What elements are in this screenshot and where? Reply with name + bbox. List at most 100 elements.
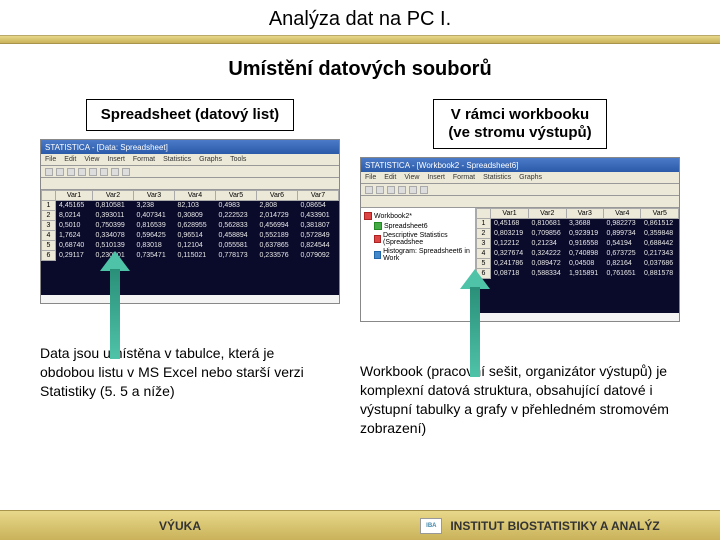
- menu-item[interactable]: File: [365, 174, 376, 181]
- table-row: 20,8032190,7098560,9239190,8997340,35984…: [477, 229, 679, 239]
- menu-item[interactable]: Format: [453, 174, 475, 181]
- workbook-icon: [364, 212, 372, 220]
- toolbar-button[interactable]: [387, 186, 395, 194]
- right-column-label: V rámci workbooku (ve stromu výstupů): [433, 99, 606, 149]
- toolbar-button[interactable]: [365, 186, 373, 194]
- menu-item[interactable]: Tools: [230, 156, 246, 163]
- table-row: 14,451650,8105813,23882,1030,49832,8080,…: [42, 201, 339, 211]
- menu-item[interactable]: Graphs: [199, 156, 222, 163]
- col-header: Var3: [566, 209, 603, 219]
- toolbar-button[interactable]: [78, 168, 86, 176]
- arrow-stem: [470, 287, 480, 377]
- col-header: Var1: [56, 191, 93, 201]
- menu-item[interactable]: View: [84, 156, 99, 163]
- title-bar: Analýza dat na PC I.: [0, 0, 720, 36]
- col-header: [477, 209, 491, 219]
- app-titlebar: STATISTICA - [Workbook2 - Spreadsheet6]: [361, 158, 679, 172]
- menu-item[interactable]: View: [404, 174, 419, 181]
- col-header: Var2: [529, 209, 566, 219]
- table-header-row: Var1 Var2 Var3 Var4 Var5 Var6 Var7: [42, 191, 339, 201]
- tree-item: Histogram: Spreadsheet6 in Work: [364, 247, 472, 263]
- app-menubar: File Edit View Insert Format Statistics …: [361, 172, 679, 184]
- col-header: Var5: [641, 209, 679, 219]
- menu-item[interactable]: Graphs: [519, 174, 542, 181]
- footer-right-text: INSTITUT BIOSTATISTIKY A ANALÝZ: [450, 519, 659, 533]
- table-row: 41,76240,3340780,5964250,965140,4588940,…: [42, 231, 339, 241]
- app-title-text: STATISTICA - [Data: Spreadsheet]: [45, 143, 168, 152]
- histogram-icon: [374, 251, 381, 259]
- app-menubar: File Edit View Insert Format Statistics …: [41, 154, 339, 166]
- menu-item[interactable]: Statistics: [163, 156, 191, 163]
- data-table: Var1 Var2 Var3 Var4 Var5 Var6 Var7 14,45…: [41, 190, 339, 261]
- page-title: Analýza dat na PC I.: [0, 8, 720, 31]
- app-toolbar: [361, 184, 679, 196]
- table-row: 50,2417860,0894720,045080,821640,037686: [477, 259, 679, 269]
- toolbar-button[interactable]: [56, 168, 64, 176]
- toolbar-button[interactable]: [45, 168, 53, 176]
- menu-item[interactable]: Edit: [384, 174, 396, 181]
- arrow-up-icon: [460, 269, 490, 289]
- menu-item[interactable]: Format: [133, 156, 155, 163]
- app-titlebar: STATISTICA - [Data: Spreadsheet]: [41, 140, 339, 154]
- col-header: Var1: [491, 209, 529, 219]
- toolbar-button[interactable]: [398, 186, 406, 194]
- table-row: 40,3276740,3242220,7408980,6737250,21734…: [477, 249, 679, 259]
- data-table: Var1 Var2 Var3 Var4 Var5 10,451680,81068…: [476, 208, 679, 279]
- label-line2: (ve stromu výstupů): [448, 124, 591, 141]
- left-column-label: Spreadsheet (datový list): [86, 99, 294, 131]
- tree-item: Spreadsheet6: [364, 221, 472, 231]
- toolbar-button[interactable]: [420, 186, 428, 194]
- toolbar-button[interactable]: [89, 168, 97, 176]
- menu-item[interactable]: File: [45, 156, 56, 163]
- toolbar-button[interactable]: [67, 168, 75, 176]
- menu-item[interactable]: Insert: [107, 156, 125, 163]
- arrow-stem: [110, 269, 120, 359]
- menu-item[interactable]: Insert: [427, 174, 445, 181]
- spreadsheet-grid[interactable]: Var1 Var2 Var3 Var4 Var5 Var6 Var7 14,45…: [41, 190, 339, 295]
- table-row: 50,687400,5101390,830180,121040,0555810,…: [42, 241, 339, 251]
- col-header: Var5: [215, 191, 256, 201]
- footer: VÝUKA IBA INSTITUT BIOSTATISTIKY A ANALÝ…: [0, 510, 720, 540]
- workbook-tree[interactable]: Workbook2* Spreadsheet6 Descriptive Stat…: [361, 208, 476, 322]
- table-row: 60,291170,2305010,7354710,1150210,778173…: [42, 251, 339, 261]
- menu-item[interactable]: Statistics: [483, 174, 511, 181]
- table-row: 30,50100,7503990,8165390,6289550,5628330…: [42, 221, 339, 231]
- workbook-grid[interactable]: Var1 Var2 Var3 Var4 Var5 10,451680,81068…: [476, 208, 679, 313]
- col-header: [42, 191, 56, 201]
- iba-logo-icon: IBA: [420, 518, 442, 534]
- workbook-screenshot: STATISTICA - [Workbook2 - Spreadsheet6] …: [360, 157, 680, 322]
- right-column: V rámci workbooku (ve stromu výstupů) ST…: [360, 99, 680, 438]
- col-header: Var3: [134, 191, 175, 201]
- app-title-text: STATISTICA - [Workbook2 - Spreadsheet6]: [365, 161, 518, 170]
- toolbar-button[interactable]: [409, 186, 417, 194]
- columns: Spreadsheet (datový list) STATISTICA - […: [0, 99, 720, 438]
- subtitle-bar: Umístění datových souborů: [0, 44, 720, 99]
- col-header: Var6: [256, 191, 297, 201]
- toolbar-button[interactable]: [100, 168, 108, 176]
- tree-item: Descriptive Statistics (Spreadshee: [364, 231, 472, 247]
- app-toolbar-2: [361, 196, 679, 208]
- spreadsheet-icon: [374, 222, 382, 230]
- right-description: Workbook (pracovní sešit, organizátor vý…: [360, 362, 680, 438]
- workbook-body: Workbook2* Spreadsheet6 Descriptive Stat…: [361, 208, 679, 322]
- left-column: Spreadsheet (datový list) STATISTICA - […: [40, 99, 340, 438]
- tree-item: Workbook2*: [364, 211, 472, 221]
- stats-icon: [374, 235, 381, 243]
- toolbar-button[interactable]: [111, 168, 119, 176]
- table-row: 60,087180,5883341,9158910,7616510,881578: [477, 269, 679, 279]
- footer-right: IBA INSTITUT BIOSTATISTIKY A ANALÝZ: [360, 510, 720, 540]
- subtitle: Umístění datových souborů: [0, 58, 720, 81]
- gold-divider: [0, 36, 720, 44]
- col-header: Var4: [603, 209, 640, 219]
- toolbar-button[interactable]: [122, 168, 130, 176]
- app-toolbar-2: [41, 178, 339, 190]
- spreadsheet-screenshot: STATISTICA - [Data: Spreadsheet] File Ed…: [40, 139, 340, 304]
- arrow-up-icon: [100, 251, 130, 271]
- table-header-row: Var1 Var2 Var3 Var4 Var5: [477, 209, 679, 219]
- col-header: Var4: [175, 191, 216, 201]
- label-line1: V rámci workbooku: [451, 106, 589, 123]
- toolbar-button[interactable]: [376, 186, 384, 194]
- menu-item[interactable]: Edit: [64, 156, 76, 163]
- col-header: Var2: [93, 191, 134, 201]
- footer-left: VÝUKA: [0, 510, 360, 540]
